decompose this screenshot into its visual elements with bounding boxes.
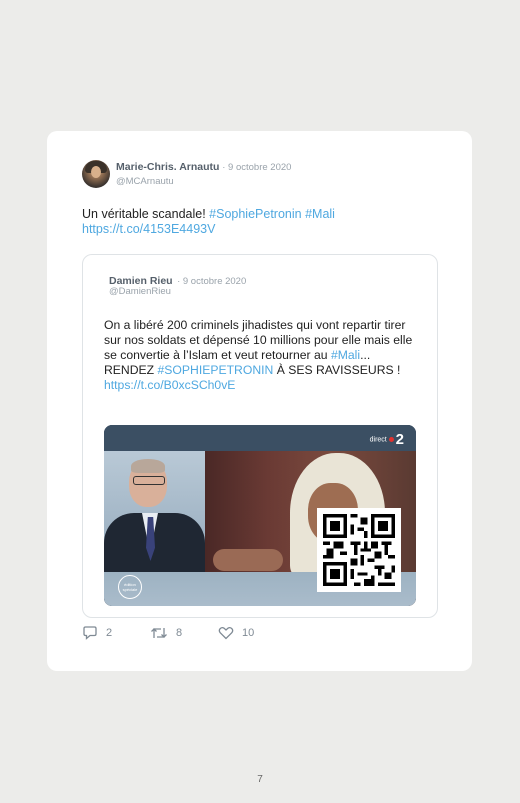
retweet-action[interactable]: 8 — [150, 626, 182, 640]
author-avatar[interactable] — [82, 160, 110, 188]
qr-code-icon — [317, 508, 401, 592]
channel-number: 2 — [395, 431, 404, 448]
hashtag-sophiepetronin[interactable]: #SophiePetronin — [209, 207, 301, 221]
reply-icon — [83, 626, 97, 640]
tweet-date[interactable]: · 9 octobre 2020 — [222, 162, 291, 173]
quoted-rest: À SES RAVISSEURS ! — [273, 363, 401, 377]
tweet-card: Marie-Chris. Arnautu · 9 octobre 2020 @M… — [47, 131, 472, 671]
tweet-text-plain: Un véritable scandale! — [82, 207, 210, 221]
like-action[interactable]: 10 — [218, 626, 254, 640]
tweet-actions: 2 8 10 — [82, 626, 382, 642]
quoted-hashtag-mali[interactable]: #Mali — [331, 348, 360, 362]
quoted-tweet[interactable]: Damien Rieu · 9 octobre 2020 @DamienRieu… — [82, 254, 438, 618]
author-name[interactable]: Marie-Chris. Arnautu — [116, 161, 219, 173]
edition-speciale-badge: édition spéciale — [118, 575, 142, 599]
like-count: 10 — [242, 627, 255, 639]
hashtag-mali[interactable]: #Mali — [305, 207, 335, 221]
reply-count: 2 — [106, 627, 113, 639]
author-handle[interactable]: @MCArnautu — [116, 176, 174, 187]
tweet-link[interactable]: https://t.co/4153E4493V — [82, 222, 215, 236]
heart-icon — [218, 626, 234, 640]
retweet-icon — [151, 628, 167, 638]
quoted-rendez: RENDEZ — [104, 363, 158, 377]
retweet-count: 8 — [176, 627, 183, 639]
quoted-link[interactable]: https://t.co/B0xcSCh0vE — [104, 378, 235, 392]
author-name-line: Marie-Chris. Arnautu · 9 octobre 2020 — [116, 161, 291, 173]
tweet-text: Un véritable scandale! #SophiePetronin #… — [82, 207, 442, 237]
quoted-date[interactable]: · 9 octobre 2020 — [177, 276, 246, 287]
channel-direct-label: direct — [369, 436, 387, 444]
quoted-hashtag-sophiepetronin[interactable]: #SOPHIEPETRONIN — [158, 363, 274, 377]
quoted-ellipsis: ... — [360, 348, 371, 362]
quoted-handle[interactable]: @DamienRieu — [109, 286, 171, 297]
quoted-text: On a libéré 200 criminels jihadistes qui… — [104, 318, 424, 393]
quoted-media-image[interactable]: direct 2 édition spéciale — [104, 425, 416, 606]
france2-logo: direct 2 — [370, 431, 404, 448]
media-topbar: direct 2 — [104, 425, 416, 451]
page-number: 7 — [257, 774, 263, 785]
reply-action[interactable]: 2 — [82, 626, 112, 640]
